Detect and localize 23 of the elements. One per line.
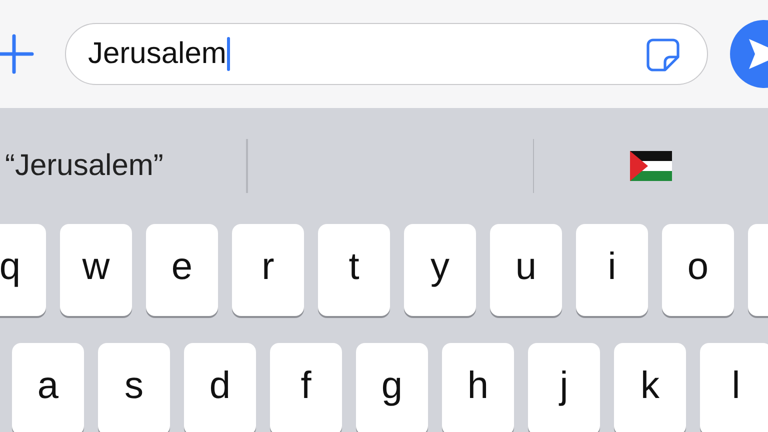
key[interactable]: o: [662, 224, 734, 316]
key[interactable]: g: [356, 343, 428, 432]
key[interactable]: u: [490, 224, 562, 316]
flag-icon[interactable]: [630, 151, 672, 181]
plus-icon[interactable]: [0, 34, 34, 74]
key[interactable]: i: [576, 224, 648, 316]
key[interactable]: h: [442, 343, 514, 432]
key[interactable]: r: [232, 224, 304, 316]
suggestion[interactable]: “Jerusalem”: [5, 149, 164, 183]
sticker-icon[interactable]: [645, 37, 681, 73]
key[interactable]: q: [0, 224, 46, 316]
key[interactable]: k: [614, 343, 686, 432]
key[interactable]: s: [98, 343, 170, 432]
key[interactable]: e: [146, 224, 218, 316]
key[interactable]: f: [270, 343, 342, 432]
key[interactable]: w: [60, 224, 132, 316]
key[interactable]: l: [700, 343, 768, 432]
key[interactable]: d: [184, 343, 256, 432]
key[interactable]: a: [12, 343, 84, 432]
key[interactable]: j: [528, 343, 600, 432]
message-field[interactable]: Jerusalem: [65, 23, 708, 85]
key[interactable]: t: [318, 224, 390, 316]
key[interactable]: y: [404, 224, 476, 316]
